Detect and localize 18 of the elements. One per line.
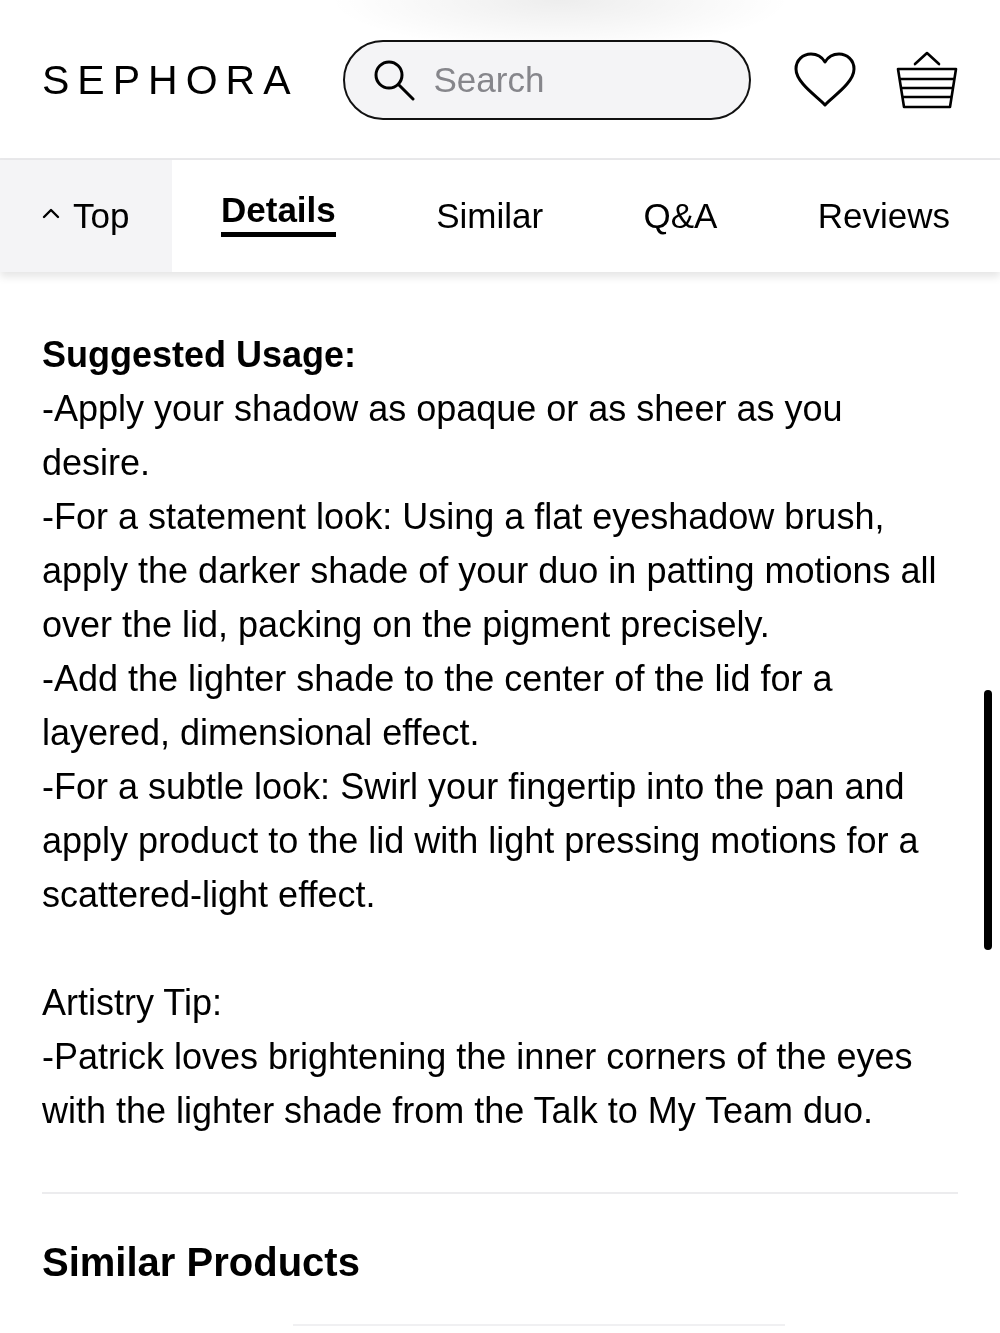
caret-icon [42,207,60,219]
section-tab[interactable]: Similar [436,196,544,236]
section-heading: Artistry Tip: [42,981,224,1025]
search-icon [372,59,415,101]
instruction-text: -Add the lighter shade to the center of the lid for a layered, dimensional effect. [42,657,834,755]
back-to-top-button[interactable]: Top [0,160,172,272]
section-heading: Suggested Usage: [42,333,358,377]
basket-icon[interactable] [895,50,958,110]
section-tab[interactable]: Details [221,189,336,237]
instruction-text: -For a statement look: Using a flat eyeshadow brush, apply the darker shade of your duo in patting motions all over the lid, packing on the pigment precisely. [42,495,938,647]
instruction-text: -Apply your shadow as opaque or as sheer as you desire. [42,387,844,485]
heart-icon[interactable] [793,52,856,108]
instruction-text: -Patrick loves brightening the inner corners of the eyes with the lighter shade from the Talk to My Team duo. [42,1035,914,1133]
brand-logo: SEPHORA [42,56,299,104]
section-tab[interactable]: Reviews [817,196,950,236]
section-title: Similar Products [42,1239,360,1286]
section-tab[interactable]: Q&A [643,196,718,236]
instruction-text: -For a subtle look: Swirl your fingertip into the pan and apply product to the lid with light pressing motions for a scattered-light effect. [42,765,920,917]
